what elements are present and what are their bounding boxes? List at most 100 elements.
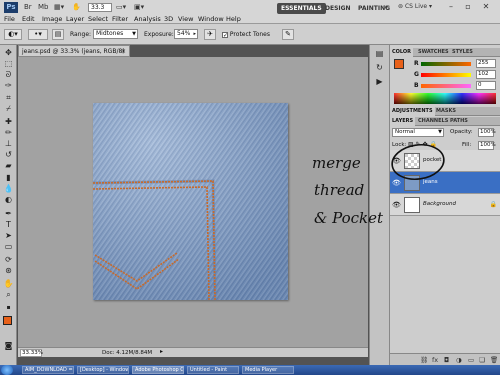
zoom-status-field[interactable]: 33.33% — [20, 349, 43, 357]
document-info[interactable]: Doc: 4.12M/8.84M — [102, 349, 152, 357]
menu-analysis[interactable]: Analysis — [134, 14, 161, 24]
tool-preset-picker[interactable]: ◐▾ — [4, 29, 22, 40]
quick-selection-tool-icon[interactable]: ✑ — [3, 81, 14, 91]
menu-edit[interactable]: Edit — [22, 14, 35, 24]
move-tool-icon[interactable]: ✥ — [3, 48, 14, 58]
color-spectrum-ramp[interactable] — [394, 93, 496, 104]
opacity-field[interactable]: 100% — [478, 128, 496, 137]
tablet-pressure-icon[interactable]: ✎ — [282, 29, 294, 40]
menu-select[interactable]: Select — [88, 14, 108, 24]
taskbar-item[interactable]: Media Player — [242, 366, 294, 374]
jeans-image[interactable] — [93, 103, 288, 300]
type-tool-icon[interactable]: T — [3, 220, 14, 230]
menu-layer[interactable]: Layer — [66, 14, 84, 24]
actions-icon[interactable]: ▶ — [374, 77, 385, 87]
menu-help[interactable]: Help — [226, 14, 241, 24]
taskbar-item[interactable]: [Desktop] - Windows Explorer — [77, 366, 129, 374]
start-button[interactable] — [1, 365, 13, 375]
menu-filter[interactable]: Filter — [112, 14, 128, 24]
zoom-tool-icon[interactable]: ⌕ — [3, 290, 14, 300]
layer-style-icon[interactable]: fx — [432, 356, 438, 364]
layer-name[interactable]: pocket — [423, 157, 441, 163]
crop-tool-icon[interactable]: ⌗ — [3, 93, 14, 103]
adjustment-layer-icon[interactable]: ◑ — [456, 356, 462, 364]
link-layers-icon[interactable]: ⛓ — [420, 356, 428, 364]
taskbar-item[interactable]: AIM_DOWNLOAD = Internet Explorer — [22, 366, 74, 374]
minimize-button[interactable]: – — [444, 2, 458, 12]
add-mask-icon[interactable]: ◘ — [444, 356, 449, 364]
layer-name[interactable]: jeans — [423, 179, 438, 185]
menu-window[interactable]: Window — [198, 14, 224, 24]
layer-row-background[interactable]: 👁 Background 🔒 — [390, 194, 500, 216]
eraser-tool-icon[interactable]: ▰ — [3, 161, 14, 171]
eye-icon[interactable]: 👁 — [392, 179, 401, 187]
workspace-essentials[interactable]: ESSENTIALS — [277, 3, 326, 14]
healing-brush-tool-icon[interactable]: ✚ — [3, 117, 14, 127]
layer-row-jeans[interactable]: 👁 jeans — [390, 172, 500, 194]
shape-tool-icon[interactable]: ▭ — [3, 242, 14, 252]
foreground-color-chip[interactable] — [394, 59, 404, 69]
dodge-tool-icon[interactable]: ◐ — [3, 195, 14, 205]
tab-swatches[interactable]: SWATCHES — [416, 48, 451, 57]
eyedropper-tool-icon[interactable]: ⌿ — [3, 104, 14, 114]
history-icon[interactable]: ↻ — [374, 63, 385, 73]
path-selection-tool-icon[interactable]: ➤ — [3, 231, 14, 241]
tab-masks[interactable]: MASKS — [434, 107, 458, 116]
history-brush-tool-icon[interactable]: ↺ — [3, 150, 14, 160]
green-slider[interactable]: G 102 — [414, 70, 499, 80]
protect-tones-checkbox[interactable]: ✓ — [222, 31, 228, 38]
green-track[interactable] — [421, 73, 471, 77]
eye-icon[interactable]: 👁 — [392, 157, 401, 165]
red-track[interactable] — [421, 62, 471, 66]
fill-field[interactable]: 100% — [478, 141, 496, 150]
foreground-color-swatch[interactable] — [3, 316, 12, 325]
gradient-tool-icon[interactable]: ▮ — [3, 173, 14, 183]
red-slider[interactable]: R 255 — [414, 59, 499, 69]
layer-name[interactable]: Background — [423, 201, 456, 207]
brush-tool-icon[interactable]: ✏ — [3, 128, 14, 138]
trash-icon[interactable]: 🗑 — [490, 356, 498, 364]
menu-image[interactable]: Image — [42, 14, 62, 24]
taskbar-item[interactable]: Untitled - Paint — [187, 366, 239, 374]
maximize-button[interactable]: ▫ — [461, 2, 475, 12]
marquee-tool-icon[interactable]: ⬚ — [3, 59, 14, 69]
tab-color[interactable]: COLOR — [390, 48, 414, 57]
new-layer-icon[interactable]: ❏ — [479, 356, 485, 364]
hand-tool-icon[interactable]: ✋ — [3, 279, 14, 289]
pen-tool-icon[interactable]: ✒ — [3, 209, 14, 219]
layer-row-pocket[interactable]: 👁 pocket — [390, 150, 500, 172]
more-workspaces-icon[interactable]: » — [384, 3, 388, 12]
canvas-area[interactable] — [18, 57, 368, 347]
airbrush-icon[interactable]: ✈ — [204, 29, 216, 40]
taskbar-item[interactable]: Adobe Photoshop CS5 — [132, 366, 184, 374]
tab-adjustments[interactable]: ADJUSTMENTS — [390, 107, 435, 116]
mini-bridge-icon[interactable]: ▤ — [374, 49, 385, 59]
blend-mode-select[interactable]: Normal ▼ — [392, 128, 444, 137]
range-select[interactable]: Midtones ▼ — [93, 29, 138, 39]
arrange-documents-icon[interactable]: ▭▾ — [116, 3, 126, 12]
menu-view[interactable]: View — [178, 14, 193, 24]
blue-track[interactable] — [421, 84, 471, 88]
brush-preset-picker[interactable]: •▾ — [28, 29, 48, 40]
protect-tones-option[interactable]: ✓ Protect Tones — [222, 31, 270, 38]
close-button[interactable]: ✕ — [479, 2, 493, 12]
tab-styles[interactable]: STYLES — [450, 48, 475, 57]
eye-icon[interactable]: 👁 — [392, 201, 401, 209]
menu-3d[interactable]: 3D — [164, 14, 173, 24]
default-colors-icon[interactable]: ▪ — [3, 303, 14, 313]
workspace-design[interactable]: DESIGN — [321, 3, 355, 14]
hand-tool-icon[interactable]: ✋ — [72, 3, 81, 12]
launch-bridge-icon[interactable]: Br — [24, 3, 32, 12]
3d-orbit-tool-icon[interactable]: ⊛ — [3, 266, 14, 276]
menu-file[interactable]: File — [4, 14, 15, 24]
lasso-tool-icon[interactable]: ᘐ — [3, 70, 14, 80]
brush-panel-toggle-icon[interactable]: ▤ — [52, 29, 64, 40]
launch-mini-bridge-icon[interactable]: Mb — [38, 3, 48, 12]
exposure-field[interactable]: 54% ▸ — [174, 29, 198, 39]
red-value[interactable]: 255 — [476, 59, 496, 68]
tab-paths[interactable]: PATHS — [448, 117, 470, 126]
blue-value[interactable]: 0 — [476, 81, 496, 90]
new-group-icon[interactable]: ▭ — [468, 356, 474, 364]
quick-mask-icon[interactable]: ◙ — [3, 341, 14, 351]
green-value[interactable]: 102 — [476, 70, 496, 79]
